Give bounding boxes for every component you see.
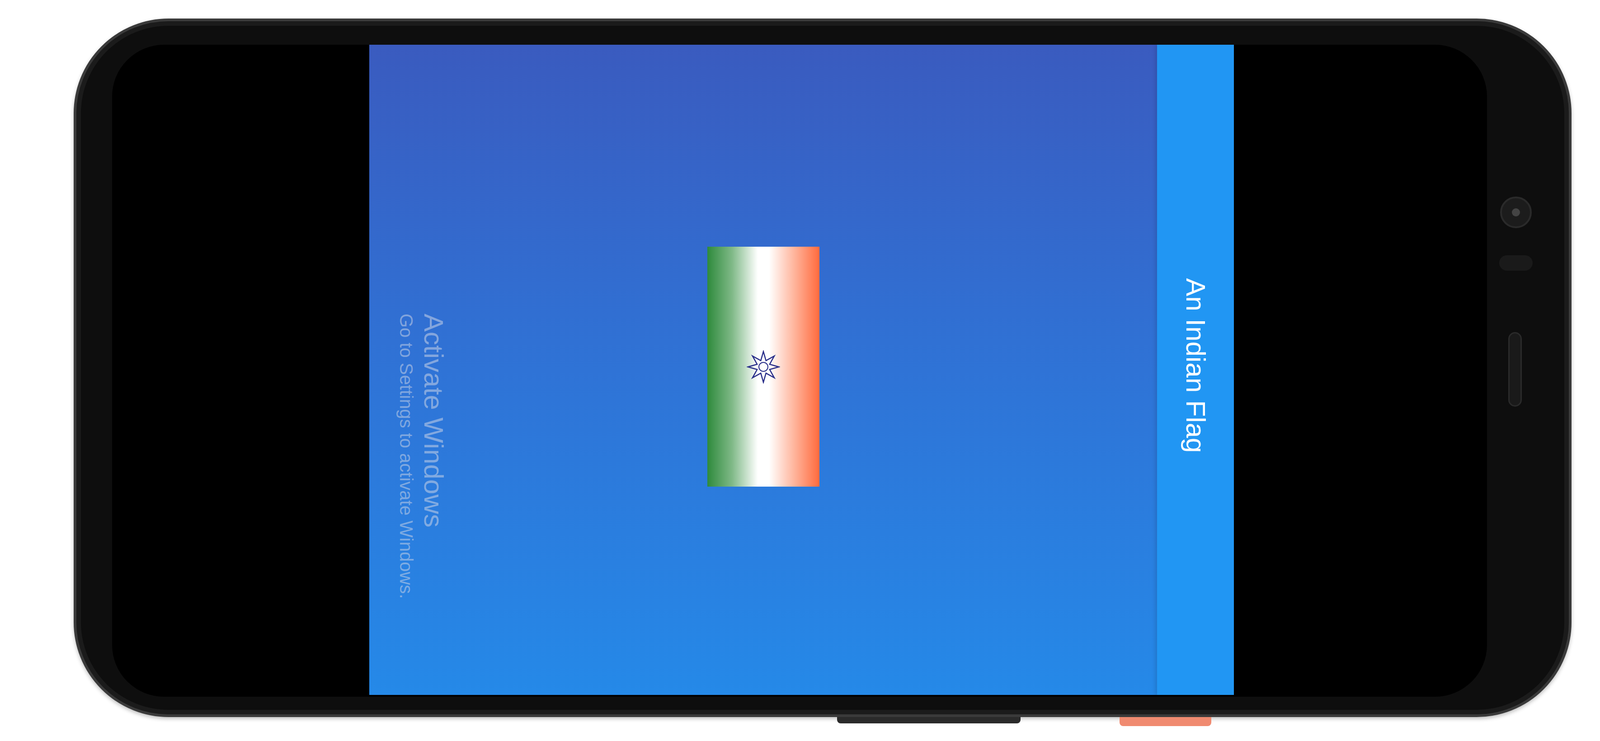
watermark-subtitle: Go to Settings to activate Windows. — [395, 313, 418, 658]
power-button[interactable] — [1119, 717, 1212, 727]
app-bar-title: An Indian Flag — [1177, 274, 1214, 457]
app-content: Activate WindowsGo to Settings to activa… — [369, 44, 1158, 696]
phone-screen: Activate WindowsGo to Settings to activa… — [112, 44, 1488, 697]
app-window: Activate WindowsGo to Settings to activa… — [369, 44, 1234, 696]
chakra-icon — [746, 350, 781, 384]
phone-frame: Activate WindowsGo to Settings to activa… — [73, 18, 1572, 718]
camera-icon — [1500, 196, 1532, 229]
app-bar: An Indian Flag — [1157, 44, 1234, 696]
flag-icon — [707, 246, 820, 487]
sensor-icon — [1499, 255, 1533, 271]
lens-icon — [1511, 208, 1520, 217]
speaker-icon — [1508, 332, 1522, 407]
activation-watermark: Activate WindowsGo to Settings to activa… — [395, 313, 450, 658]
volume-button[interactable] — [837, 717, 1021, 724]
watermark-title: Activate Windows — [417, 313, 450, 658]
